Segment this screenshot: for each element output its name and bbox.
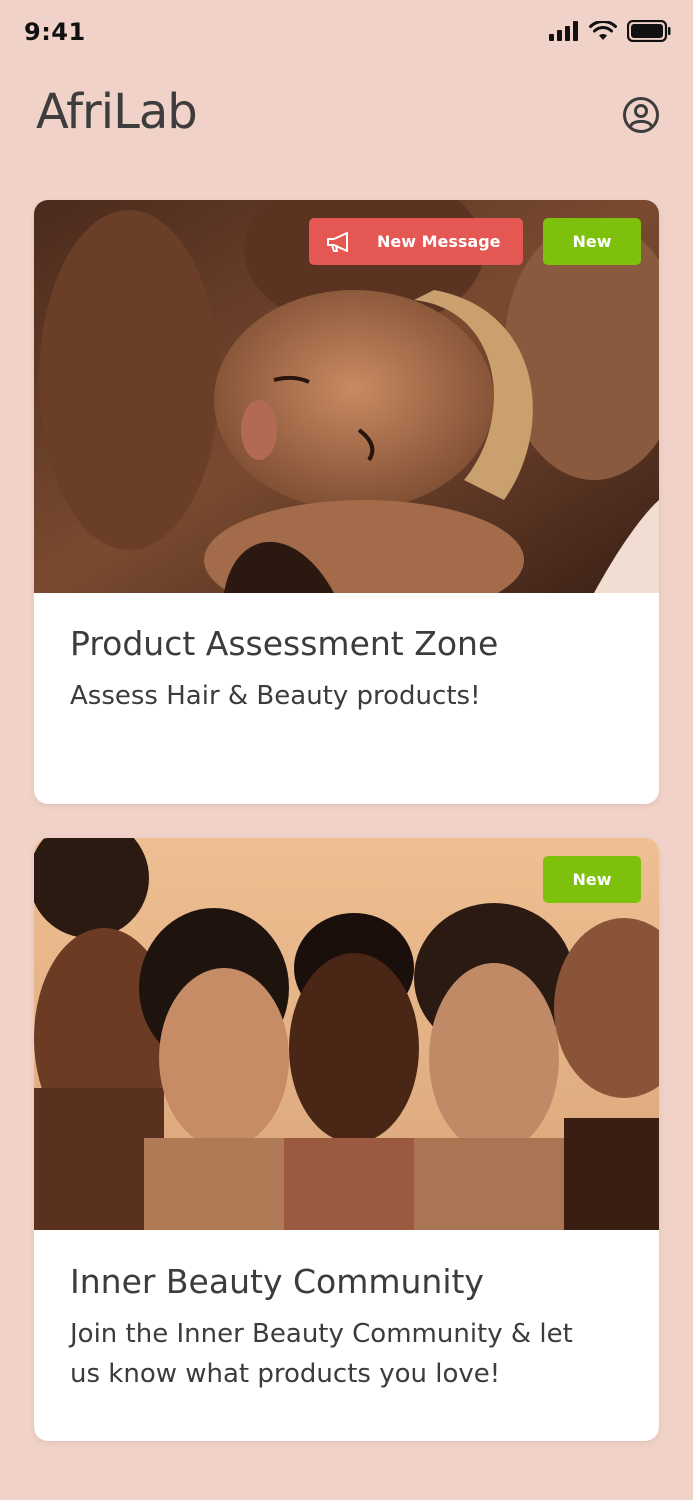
inner-beauty-community-card[interactable]: New Inner Beauty Community Join the Inne… <box>34 838 659 1441</box>
new-message-label: New Message <box>377 232 501 251</box>
new-message-badge[interactable]: New Message <box>309 218 523 265</box>
battery-icon <box>627 20 671 42</box>
card-image-inner-beauty: New <box>34 838 659 1230</box>
card-title: Inner Beauty Community <box>70 1262 484 1301</box>
card-subtitle: Assess Hair & Beauty products! <box>70 681 481 711</box>
card-image-product-assessment: New Message New <box>34 200 659 593</box>
status-time: 9:41 <box>24 18 86 46</box>
card-title: Product Assessment Zone <box>70 624 499 663</box>
app-logo: AfriLab <box>36 84 198 140</box>
cellular-signal-icon <box>549 21 578 41</box>
profile-icon[interactable] <box>622 96 660 134</box>
new-badge: New <box>543 856 641 903</box>
product-assessment-card[interactable]: New Message New Product Assessment Zone … <box>34 200 659 804</box>
new-badge: New <box>543 218 641 265</box>
wifi-icon <box>589 21 617 40</box>
status-bar: 9:41 <box>0 0 693 66</box>
status-icons <box>549 20 671 42</box>
megaphone-icon <box>327 231 348 252</box>
card-subtitle: Join the Inner Beauty Community & let us… <box>70 1319 573 1389</box>
